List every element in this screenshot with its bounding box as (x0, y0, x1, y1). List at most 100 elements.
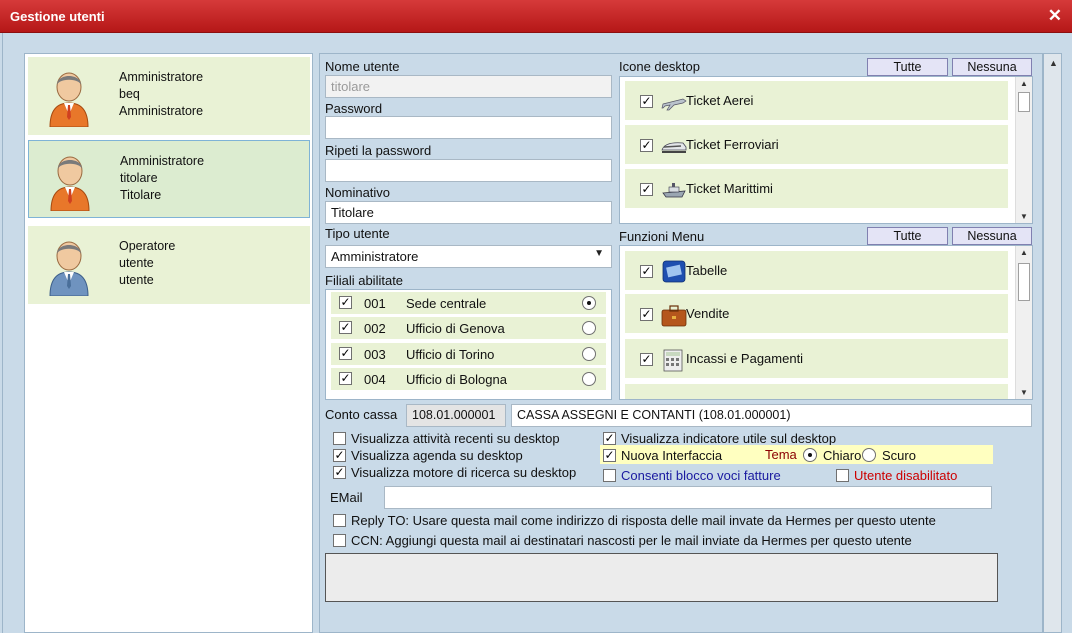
user-role: Amministratore (120, 154, 205, 168)
funzione-row-partial[interactable] (625, 384, 1008, 399)
calculator-icon (663, 349, 683, 372)
icone-row[interactable]: ✓ Ticket Marittimi (625, 169, 1008, 208)
option-checkbox[interactable] (333, 514, 346, 527)
icone-desktop-label: Icone desktop (619, 59, 700, 74)
option-label: CCN: Aggiungi questa mail ai destinatari… (351, 533, 912, 548)
option-label: Visualizza agenda su desktop (351, 448, 523, 463)
icone-desktop-list[interactable]: ✓ Ticket Aerei ✓ Ticket Ferroviari ✓ Tic… (619, 76, 1033, 224)
tema-chiaro-radio[interactable] (803, 448, 817, 462)
ship-icon (662, 183, 686, 198)
icone-none-button[interactable]: Nessuna (952, 58, 1032, 76)
option-checkbox[interactable] (333, 432, 346, 445)
option-label: Visualizza motore di ricerca su desktop (351, 465, 577, 480)
funzioni-all-button[interactable]: Tutte (867, 227, 948, 245)
tema-label: Tema (765, 447, 797, 462)
tipo-utente-select[interactable]: Amministratore ▼ (325, 245, 612, 268)
option-checkbox[interactable] (333, 534, 346, 547)
icone-checkbox[interactable]: ✓ (640, 139, 653, 152)
filiale-default-radio[interactable] (582, 347, 596, 361)
funzione-checkbox[interactable]: ✓ (640, 353, 653, 366)
filiale-row[interactable]: ✓ 001 Sede centrale (331, 292, 606, 314)
window-title-bar: Gestione utenti ✕ (0, 0, 1072, 33)
scroll-down-icon[interactable]: ▼ (1020, 388, 1028, 397)
funzione-checkbox[interactable]: ✓ (640, 308, 653, 321)
filiale-default-radio[interactable] (582, 296, 596, 310)
user-role: Operatore (119, 239, 176, 253)
filiale-default-radio[interactable] (582, 321, 596, 335)
user-card-selected[interactable]: Amministratore titolare Titolare (28, 140, 310, 218)
icone-row[interactable]: ✓ Ticket Aerei (625, 81, 1008, 120)
tipo-utente-label: Tipo utente (325, 226, 390, 241)
scroll-up-icon[interactable]: ▲ (1020, 79, 1028, 88)
icone-row[interactable]: ✓ Ticket Ferroviari (625, 125, 1008, 164)
password-input[interactable] (325, 116, 612, 139)
user-list[interactable]: Amministratore beq Amministratore Ammini… (24, 53, 313, 633)
funzione-name: Incassi e Pagamenti (686, 351, 804, 366)
option-checkbox[interactable] (603, 469, 616, 482)
funzione-name: Tabelle (686, 263, 728, 278)
filiale-row[interactable]: ✓ 002 Ufficio di Genova (331, 317, 606, 339)
notes-textarea[interactable] (325, 553, 998, 602)
option-checkbox[interactable]: ✓ (333, 466, 346, 479)
option-checkbox[interactable]: ✓ (603, 449, 616, 462)
user-username: utente (119, 256, 154, 270)
funzioni-menu-list[interactable]: ✓ Tabelle ✓ Vendite ✓ Incassi e Pagament… (619, 245, 1033, 400)
filiale-code: 002 (364, 321, 386, 336)
detail-scrollbar[interactable]: ▲ (1043, 53, 1062, 633)
filiale-row[interactable]: ✓ 003 Ufficio di Torino (331, 343, 606, 365)
funzioni-menu-label: Funzioni Menu (619, 229, 705, 244)
conto-cassa-code[interactable]: 108.01.000001 (406, 404, 506, 427)
user-fullname: Titolare (120, 188, 162, 202)
conto-cassa-description[interactable]: CASSA ASSEGNI E CONTANTI (108.01.000001) (511, 404, 1032, 427)
user-fullname: Amministratore (119, 104, 204, 118)
filiale-checkbox[interactable]: ✓ (339, 372, 352, 385)
filiale-name: Ufficio di Torino (406, 347, 495, 362)
nome-utente-input[interactable]: titolare (325, 75, 612, 98)
funzione-row[interactable]: ✓ Incassi e Pagamenti (625, 339, 1008, 378)
icone-scrollbar[interactable]: ▲ ▼ (1015, 77, 1032, 223)
funzione-row[interactable]: ✓ Vendite (625, 294, 1008, 333)
funzione-name: Vendite (686, 306, 730, 321)
icone-all-button[interactable]: Tutte (867, 58, 948, 76)
briefcase-icon (661, 305, 687, 327)
dropdown-arrow-icon[interactable]: ▼ (594, 248, 604, 259)
user-card[interactable]: Operatore utente utente (28, 226, 310, 304)
filiale-row[interactable]: ✓ 004 Ufficio di Bologna (331, 368, 606, 390)
ripeti-password-input[interactable] (325, 159, 612, 182)
filiale-checkbox[interactable]: ✓ (339, 321, 352, 334)
close-icon[interactable]: ✕ (1048, 6, 1062, 26)
scroll-up-icon[interactable]: ▲ (1049, 58, 1058, 68)
scroll-down-icon[interactable]: ▼ (1020, 212, 1028, 221)
user-username: beq (119, 87, 140, 101)
option-label: Nuova Interfaccia (621, 448, 723, 463)
scroll-thumb[interactable] (1018, 92, 1030, 112)
user-role: Amministratore (119, 70, 204, 84)
filiale-code: 001 (364, 296, 386, 311)
option-checkbox[interactable]: ✓ (603, 432, 616, 445)
tables-icon (662, 260, 686, 283)
funzione-row[interactable]: ✓ Tabelle (625, 251, 1008, 290)
filiale-default-radio[interactable] (582, 372, 596, 386)
user-avatar-icon (49, 241, 89, 296)
option-checkbox[interactable]: ✓ (333, 449, 346, 462)
nominativo-input[interactable]: Titolare (325, 201, 612, 224)
email-input[interactable] (384, 486, 992, 509)
tema-chiaro-label: Chiaro (823, 448, 862, 463)
scroll-up-icon[interactable]: ▲ (1020, 248, 1028, 257)
filiali-list[interactable]: ✓ 001 Sede centrale ✓ 002 Ufficio di Gen… (325, 289, 612, 400)
option-checkbox[interactable] (836, 469, 849, 482)
filiale-checkbox[interactable]: ✓ (339, 296, 352, 309)
filiale-checkbox[interactable]: ✓ (339, 347, 352, 360)
funzioni-scrollbar[interactable]: ▲ ▼ (1015, 246, 1032, 399)
option-label: Reply TO: Usare questa mail come indiriz… (351, 513, 936, 528)
funzione-checkbox[interactable]: ✓ (640, 265, 653, 278)
icone-checkbox[interactable]: ✓ (640, 183, 653, 196)
user-avatar-icon (50, 156, 90, 211)
scroll-thumb[interactable] (1018, 263, 1030, 301)
filiale-name: Ufficio di Genova (406, 321, 505, 336)
user-card-text: Amministratore titolare Titolare (120, 153, 204, 204)
user-card[interactable]: Amministratore beq Amministratore (28, 57, 310, 135)
icone-checkbox[interactable]: ✓ (640, 95, 653, 108)
funzioni-none-button[interactable]: Nessuna (952, 227, 1032, 245)
tema-scuro-radio[interactable] (862, 448, 876, 462)
